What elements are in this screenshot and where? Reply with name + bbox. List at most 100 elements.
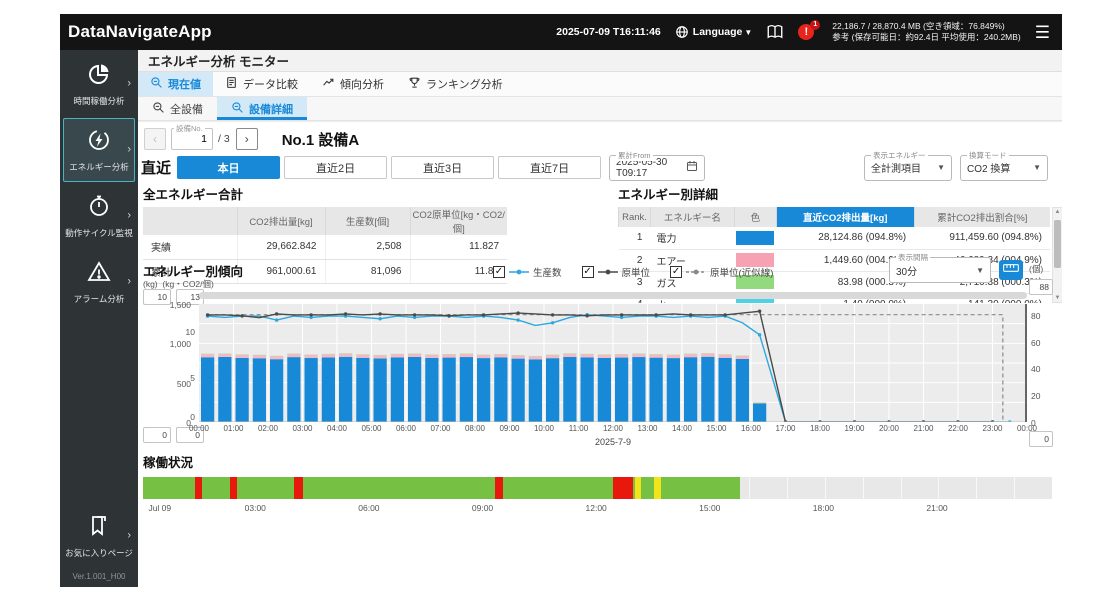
- hamburger-menu-icon[interactable]: ☰: [1033, 24, 1052, 41]
- manual-book-icon[interactable]: [764, 22, 786, 42]
- sidebar-item-時間稼働分析[interactable]: 時間稼働分析›: [63, 52, 135, 116]
- scroll-down-icon[interactable]: ▼: [1053, 295, 1062, 301]
- legend-checkbox[interactable]: ✓: [670, 266, 682, 278]
- detail-table-scrollbar[interactable]: ▲ ▼: [1052, 207, 1062, 303]
- energy-icon: [87, 128, 111, 157]
- right-axis-max-input[interactable]: [1029, 279, 1053, 295]
- x-axis-tick: 22:00: [941, 424, 975, 433]
- topbar: DataNavigateApp 2025-07-09 T16:11:46 Lan…: [60, 14, 1062, 50]
- interval-label: 表示間隔: [896, 252, 930, 263]
- sidebar-item-エネルギー分析[interactable]: エネルギー分析›: [63, 118, 135, 182]
- x-axis-tick: 23:00: [976, 424, 1010, 433]
- operation-status-title: 稼働状況: [143, 452, 1052, 471]
- ruler-button[interactable]: [999, 260, 1023, 280]
- subtab-全設備[interactable]: 全設備: [138, 97, 217, 120]
- timeline-gridline: [1014, 477, 1015, 499]
- sidebar-item-動作サイクル監視[interactable]: 動作サイクル監視›: [63, 184, 135, 248]
- ruler-icon: [1003, 261, 1019, 279]
- right-axis-tick: 40: [1031, 364, 1051, 374]
- tab-データ比較[interactable]: データ比較: [213, 72, 310, 96]
- legend-label: 生産数: [533, 265, 562, 279]
- tab-label: 現在値: [168, 76, 201, 92]
- summary-col-header: CO2原単位[kg・CO2/個]: [410, 207, 507, 235]
- energy-total-title: 全エネルギー合計: [143, 184, 507, 203]
- legend-item-原単位: ✓ 原単位: [582, 265, 651, 279]
- conversion-mode-select[interactable]: 換算モード CO2 換算 ▼: [960, 155, 1048, 181]
- right-axis-min-input[interactable]: [1029, 431, 1053, 447]
- timeline-gridline: [863, 477, 864, 499]
- pie-chart-icon: [87, 62, 111, 91]
- stopwatch-icon: [87, 194, 111, 223]
- sidebar-item-favorites[interactable]: お気に入りページ ›: [63, 504, 135, 568]
- timeline-labels: Jul 0903:0006:0009:0012:0015:0018:0021:0…: [143, 503, 1052, 515]
- chevron-right-icon: ›: [127, 210, 131, 222]
- range-button-直近2日[interactable]: 直近2日: [284, 156, 387, 179]
- legend-item-原単位(近似線): ✓原単位(近似線): [670, 265, 773, 279]
- detail-col-header: Rank.: [619, 207, 651, 227]
- tab-label: 傾向分析: [340, 76, 384, 92]
- timeline-gridline: [976, 477, 977, 499]
- caret-down-icon: ▼: [976, 266, 984, 275]
- right-axis-tick: 20: [1031, 391, 1051, 401]
- storage-usage: 22,186.7 / 28,870.4 MB (空き領域：76.849%): [832, 21, 1020, 32]
- language-menu[interactable]: Language ▼: [673, 23, 753, 41]
- legend-checkbox[interactable]: ✓: [493, 266, 505, 278]
- tab-現在値[interactable]: 現在値: [138, 72, 213, 96]
- device-pager: 設備No. ‹ / 3 › No.1 設備A: [144, 126, 359, 152]
- rank-cell: 1: [619, 227, 651, 249]
- left-axis-tick: 1,000: [151, 339, 191, 349]
- scroll-up-icon[interactable]: ▲: [1053, 209, 1062, 215]
- color-cell: [734, 227, 776, 249]
- detail-col-header: 色: [734, 207, 776, 227]
- left-axis-min-input[interactable]: [143, 427, 171, 443]
- x-axis-tick: 10:00: [527, 424, 561, 433]
- alert-indicator[interactable]: ! 1: [798, 22, 820, 42]
- range-button-直近3日[interactable]: 直近3日: [391, 156, 494, 179]
- range-toolbar: 直近 本日直近2日直近3日直近7日 累計From 2025-05-30 T09:…: [141, 154, 1048, 181]
- range-label: 直近: [141, 157, 171, 178]
- calendar-icon[interactable]: [686, 160, 698, 175]
- range-button-本日[interactable]: 本日: [177, 156, 280, 179]
- timeline-label: Jul 09: [148, 503, 171, 513]
- tab-ランキング分析[interactable]: ランキング分析: [396, 72, 515, 96]
- next-device-button[interactable]: ›: [236, 128, 258, 150]
- chart-horizontal-scrollbar[interactable]: [199, 292, 1027, 299]
- summary-col-header: 生産数[個]: [325, 207, 410, 235]
- alert-count-badge: 1: [810, 20, 820, 30]
- timeline-label: 09:00: [472, 503, 493, 513]
- device-page-total: / 3: [218, 133, 230, 145]
- scrollbar-thumb[interactable]: [1054, 220, 1061, 268]
- x-axis-tick: 19:00: [838, 424, 872, 433]
- subtab-設備詳細[interactable]: 設備詳細: [217, 97, 307, 120]
- timeline-gridline: [901, 477, 902, 499]
- status-segment-stopped: [294, 477, 302, 499]
- accum-from-field[interactable]: 累計From 2025-05-30 T09:17: [609, 155, 705, 181]
- conversion-mode-value: CO2 換算: [967, 160, 1010, 175]
- status-segment-stopped: [495, 477, 503, 499]
- left-axis-tick: 1,500: [151, 300, 191, 310]
- display-energy-select[interactable]: 表示エネルギー 全計測項目 ▼: [864, 155, 952, 181]
- sidebar-nav: 時間稼働分析›エネルギー分析›動作サイクル監視›アラーム分析› お気に入りページ…: [60, 50, 138, 587]
- energy-trend-section: エネルギー別傾向 (kg) (kg・CO2/個) ✓生産数✓原単位✓原単位(近似…: [143, 255, 1052, 451]
- chevron-right-icon: ›: [127, 276, 131, 288]
- timeline-gridline: [787, 477, 788, 499]
- range-button-直近7日[interactable]: 直近7日: [498, 156, 601, 179]
- color-chip: [736, 231, 774, 245]
- tab-傾向分析[interactable]: 傾向分析: [310, 72, 396, 96]
- sidebar-item-アラーム分析[interactable]: アラーム分析›: [63, 250, 135, 314]
- x-axis-tick: 02:00: [251, 424, 285, 433]
- status-segment-warning: [654, 477, 661, 499]
- interval-select[interactable]: 表示間隔 30分 ▼: [889, 257, 991, 283]
- detail-col-header: 直近CO2排出量[kg]: [776, 207, 914, 227]
- device-title: No.1 設備A: [282, 129, 360, 150]
- display-energy-label: 表示エネルギー: [871, 150, 928, 161]
- timeline-label: 15:00: [699, 503, 720, 513]
- prev-device-button[interactable]: ‹: [144, 128, 166, 150]
- legend-label: 原単位: [622, 265, 651, 279]
- legend-checkbox[interactable]: ✓: [582, 266, 594, 278]
- x-axis-tick: 09:00: [493, 424, 527, 433]
- x-axis-tick: 15:00: [700, 424, 734, 433]
- bookmark-icon: [87, 514, 111, 543]
- total-ratio-cell: 911,459.60 (094.8%): [914, 227, 1050, 249]
- timeline-label: 06:00: [358, 503, 379, 513]
